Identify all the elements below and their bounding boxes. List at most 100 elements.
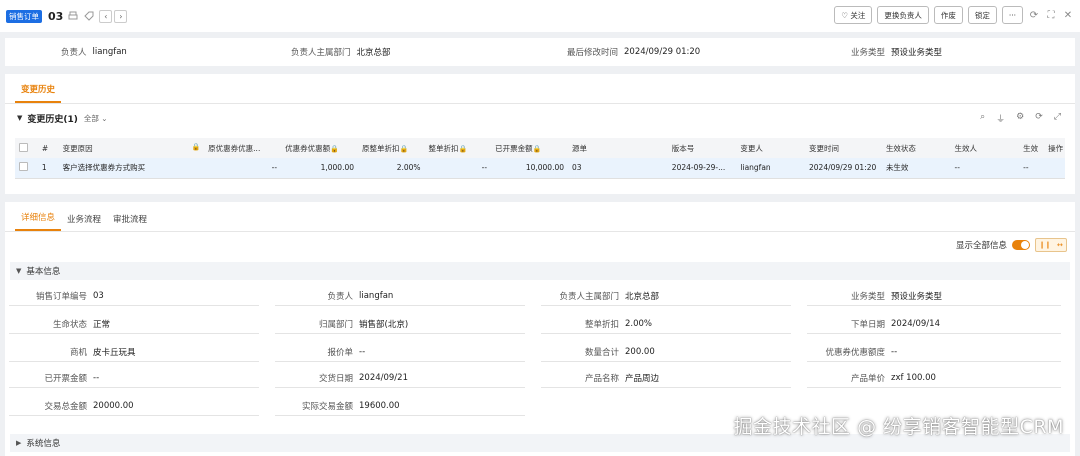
col-action: 操作 [1044,138,1065,158]
field-order-no: 销售订单编号 03 [9,286,259,306]
cell-coupon: 1,000.00 [281,158,359,179]
table-row[interactable]: 1 客户选择优惠券方式购买 -- 1,000.00 2.00% -- 10,00… [15,158,1065,179]
cell-effect: -- [1019,158,1045,179]
watermark: 掘金技术社区 @ 纷享销客智能型CRM [733,416,1064,438]
cell-status: 未生效 [881,158,951,179]
void-button[interactable]: 作废 [933,6,963,24]
history-title: 变更历史(1) [27,114,78,125]
field-opportunity: 商机 皮卡丘玩具 [9,342,259,362]
tab-business-flow[interactable]: 业务流程 [61,213,107,231]
header-actions: ♡ 关注 更换负责人 作废 锁定 ··· ⟳ ⛶ ✕ [834,6,1074,24]
col-discount: 整单折扣🔒 [424,138,492,158]
col-version: 版本号 [667,138,737,158]
detail-tabs: 详细信息 业务流程 审批流程 [5,202,1075,232]
filter-icon[interactable]: ⏚ [996,112,1005,125]
expand-arrows-icon: ↔ [1057,241,1063,249]
field-qty-total: 数量合计 200.00 [541,342,791,362]
change-owner-button[interactable]: 更换负责人 [877,6,929,24]
field-unit-price: 产品单价 zxf 100.00 [807,368,1061,388]
top-bar: 销售订单 03 ‹ › ♡ 关注 更换负责人 作废 锁定 ··· ⟳ ⛶ ✕ [0,0,1080,32]
field-invoiced: 已开票金额 -- [9,368,259,388]
show-all-label: 显示全部信息 [955,241,1007,251]
history-tabs: 变更历史 [5,74,1075,104]
follow-button[interactable]: ♡ 关注 [834,6,873,24]
col-coupon: 优惠券优惠额🔒 [281,138,359,158]
print-icon[interactable] [67,10,79,22]
field-actual-amount: 实际交易金额 19600.00 [275,396,525,416]
cell-index: 1 [37,158,59,179]
field-belong-dept: 归属部门 销售部(北京) [275,314,525,334]
lock-icon: 🔒 [458,144,468,153]
col-reason: 变更原因 🔒 [58,138,205,158]
tab-detail-info[interactable]: 详细信息 [15,211,62,231]
cell-invoiced: 10,000.00 [491,158,568,179]
tag-icon[interactable] [83,10,95,22]
layout-toggle-button[interactable]: ❙❙ ↔ [1035,238,1067,252]
col-effect: 生效 [1019,138,1045,158]
field-owner-dept: 负责人主属部门 北京总部 [541,286,791,306]
field-coupon-amount: 优惠券优惠额度 -- [807,342,1061,362]
opportunity-link[interactable]: 皮卡丘玩具 [93,346,259,358]
cell-orig-discount: 2.00% [358,158,425,179]
prev-record-button[interactable]: ‹ [99,9,113,23]
next-record-button[interactable]: › [114,9,128,23]
more-button[interactable]: ··· [1001,6,1023,24]
section-title: 基本信息 [26,267,61,277]
cell-source-link[interactable]: 03 [568,158,668,179]
select-all-checkbox[interactable] [19,142,28,152]
col-orig-coupon: 原优惠券优惠... [204,138,282,158]
refresh-icon[interactable]: ⟳ [1035,112,1043,125]
record-title: 03 [48,9,64,23]
field-quote: 报价单 -- [275,342,525,362]
fullscreen-icon[interactable]: ⛶ [1045,10,1057,21]
summary-biztype: 业务类型 预设业务类型 [851,48,943,58]
col-orig-discount: 原整单折扣🔒 [358,138,425,158]
change-history-card: 变更历史 ▼ 变更历史(1) 全部 ⌄ ⌕ ⏚ ⚙ ⟳ ⤢ # 变更原因 🔒 原… [5,74,1075,194]
collapse-caret-icon: ▼ [16,267,22,275]
show-all-toggle[interactable] [1012,240,1030,250]
field-delivery-date: 交货日期 2024/09/21 [275,368,525,388]
cell-action[interactable] [1044,158,1065,179]
summary-dept: 负责人主属部门 北京总部 [291,48,391,58]
lock-icon: 🔒 [330,144,339,153]
cell-reason: 客户选择优惠券方式购买 [58,158,205,179]
field-order-date: 下单日期 2024/09/14 [807,314,1061,334]
close-icon[interactable]: ✕ [1062,10,1074,21]
refresh-icon[interactable]: ⟳ [1028,10,1040,21]
cell-changer: liangfan [736,158,806,179]
columns-icon: ❙❙ [1039,241,1051,249]
lock-icon: 🔒 [532,144,542,153]
settings-icon[interactable]: ⚙ [1016,112,1024,125]
history-header: ▼ 变更历史(1) 全部 ⌄ ⌕ ⏚ ⚙ ⟳ ⤢ [5,104,1075,132]
tab-change-history[interactable]: 变更历史 [15,83,62,103]
cell-orig-coupon: -- [204,158,282,179]
cell-change-time: 2024/09/29 01:20 [805,158,882,179]
cell-version: 2024-09-29-... [667,158,737,179]
col-invoiced: 已开票金额🔒 [491,138,568,158]
tab-approval-flow[interactable]: 审批流程 [107,213,153,231]
show-all-control: 显示全部信息 ❙❙ ↔ [956,238,1067,252]
field-biz-type: 业务类型 预设业务类型 [807,286,1061,306]
col-index: # [37,138,59,158]
field-total-amount: 交易总金额 20000.00 [9,396,259,416]
cell-effector: -- [950,158,1020,179]
collapse-caret-icon[interactable]: ▼ [17,114,22,122]
lock-icon: 🔒 [191,142,201,151]
summary-owner: 负责人 liangfan [61,47,127,58]
search-icon[interactable]: ⌕ [980,112,985,125]
col-status: 生效状态 [881,138,951,158]
section-title: 系统信息 [26,439,61,449]
field-life-status: 生命状态 正常 [9,314,259,334]
section-basic-info[interactable]: ▼ 基本信息 [10,262,1070,280]
lock-button[interactable]: 锁定 [967,6,997,24]
field-product-name: 产品名称 产品周边 [541,368,791,388]
row-checkbox[interactable] [19,162,28,172]
history-table: # 变更原因 🔒 原优惠券优惠... 优惠券优惠额🔒 原整单折扣🔒 整单折扣🔒 … [15,138,1065,179]
col-effector: 生效人 [950,138,1020,158]
object-type-tag: 销售订单 [6,9,42,23]
lock-icon: 🔒 [399,144,409,153]
history-filter[interactable]: 全部 ⌄ [84,113,108,124]
summary-modified: 最后修改时间 2024/09/29 01:20 [567,47,701,58]
expand-icon[interactable]: ⤢ [1054,112,1061,125]
cell-discount: -- [424,158,492,179]
